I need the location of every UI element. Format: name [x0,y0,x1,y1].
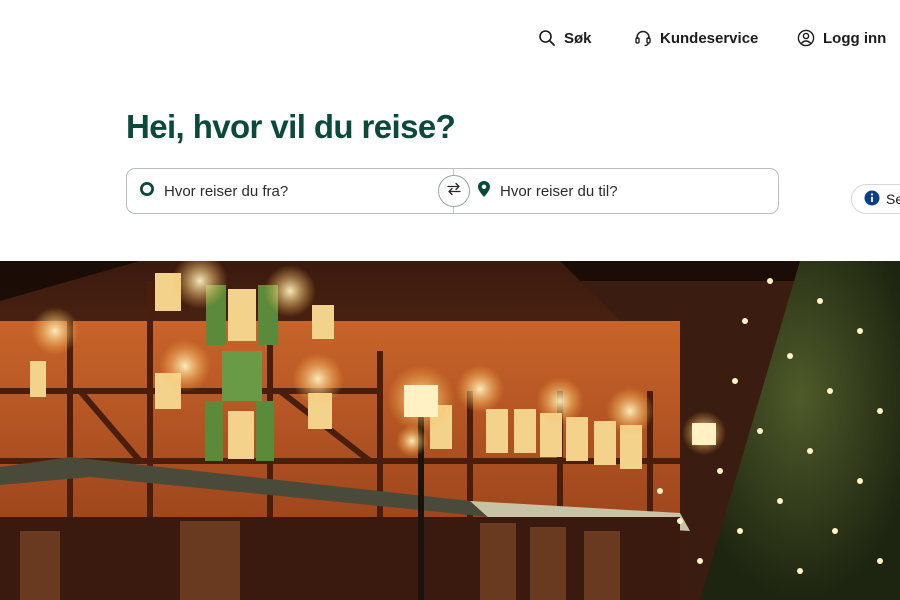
hero-image [0,261,900,600]
from-field[interactable]: Hvor reiser du fra? [139,169,439,213]
user-icon [797,29,815,47]
top-navigation: Søk Kundeservice Logg inn [0,0,900,74]
search-icon [538,29,556,47]
info-icon [864,190,880,209]
nav-search-label: Søk [564,29,592,47]
to-field-placeholder: Hvor reiser du til? [500,182,618,200]
swap-arrows-icon [446,181,462,202]
location-pin-icon [477,180,491,202]
nav-search-button[interactable]: Søk [538,27,592,49]
info-pill-button[interactable]: Se [851,184,900,214]
headset-icon [634,29,652,47]
from-field-placeholder: Hvor reiser du fra? [164,182,289,200]
nav-login-button[interactable]: Logg inn [797,27,886,49]
info-pill-label: Se [886,191,900,207]
nav-customer-service-button[interactable]: Kundeservice [634,27,758,49]
nav-login-label: Logg inn [823,29,887,47]
swap-button[interactable] [438,175,470,207]
journey-search-form: Hvor reiser du fra? Hvor reiser du til? [126,168,779,214]
to-field[interactable]: Hvor reiser du til? [477,169,767,213]
origin-circle-icon [139,181,155,201]
nav-customer-service-label: Kundeservice [660,29,759,47]
page-headline: Hei, hvor vil du reise? [126,108,456,145]
